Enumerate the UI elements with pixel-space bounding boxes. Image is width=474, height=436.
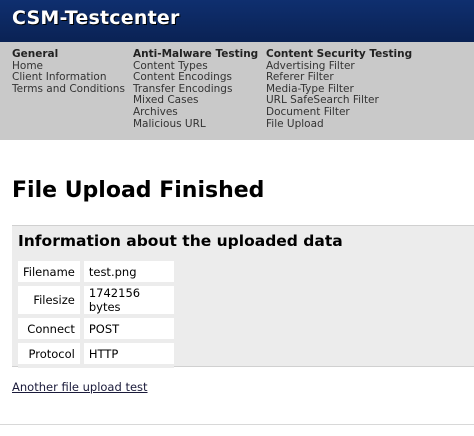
- nav-link-archives[interactable]: Archives: [133, 106, 258, 119]
- nav-heading-content-security: Content Security Testing: [266, 48, 413, 60]
- page-title: File Upload Finished: [12, 178, 265, 203]
- another-upload-link[interactable]: Another file upload test: [12, 380, 148, 394]
- protocol-label: Protocol: [18, 343, 84, 368]
- table-row: Filename test.png: [18, 261, 174, 286]
- connect-label: Connect: [18, 318, 84, 343]
- table-row: Filesize 1742156 bytes: [18, 286, 174, 318]
- nav-link-file-upload[interactable]: File Upload: [266, 118, 412, 131]
- nav-link-malicious-url[interactable]: Malicious URL: [133, 118, 258, 131]
- filesize-value: 1742156 bytes: [83, 286, 174, 318]
- table-row: Protocol HTTP: [18, 343, 174, 368]
- footer-divider: [0, 424, 474, 425]
- site-header: CSM-Testcenter: [0, 0, 474, 42]
- filename-value: test.png: [83, 261, 174, 286]
- filesize-label: Filesize: [18, 286, 84, 318]
- connect-value: POST: [83, 318, 174, 343]
- upload-info-panel: Information about the uploaded data File…: [12, 225, 474, 368]
- upload-info-table: Filename test.png Filesize 1742156 bytes…: [18, 261, 174, 368]
- nav-column-content-security: Content Security Testing Advertising Fil…: [266, 48, 413, 131]
- protocol-value: HTTP: [83, 343, 174, 368]
- nav-link-terms-and-conditions[interactable]: Terms and Conditions: [12, 83, 125, 96]
- site-logo[interactable]: CSM-Testcenter: [12, 7, 180, 29]
- nav-link-document-filter[interactable]: Document Filter: [266, 106, 412, 119]
- nav-column-anti-malware: Anti-Malware Testing Content Types Conte…: [133, 48, 259, 131]
- upload-info-title: Information about the uploaded data: [18, 232, 343, 250]
- nav-column-general: General Home Client Information Terms an…: [12, 48, 125, 96]
- nav-heading-general: General: [12, 48, 59, 60]
- navigation-bar: General Home Client Information Terms an…: [0, 42, 474, 140]
- filename-label: Filename: [18, 261, 84, 286]
- table-row: Connect POST: [18, 318, 174, 343]
- nav-heading-anti-malware: Anti-Malware Testing: [133, 48, 259, 60]
